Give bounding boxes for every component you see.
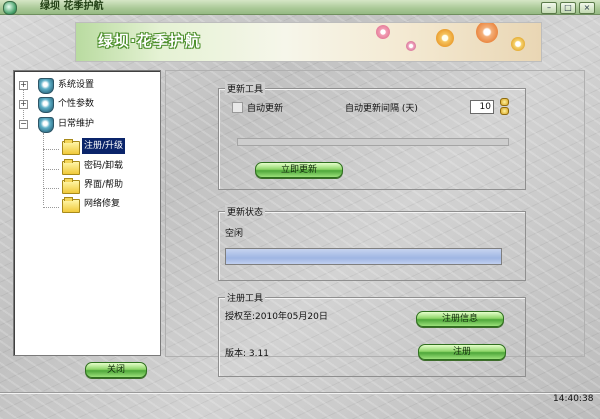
- flower-decoration-icon: [511, 37, 525, 51]
- auto-update-checkbox[interactable]: [232, 102, 243, 113]
- version-text: 版本: 3.11: [225, 349, 269, 359]
- status-progress-bar: [225, 248, 502, 265]
- tree-item-label: 注册/升级: [82, 138, 126, 154]
- maximize-button[interactable]: □: [560, 2, 576, 14]
- close-window-button[interactable]: ×: [579, 2, 595, 14]
- status-bar-divider: [0, 392, 600, 394]
- tree-item-label: 密码/卸载: [84, 161, 124, 171]
- tree-item-personal-params[interactable]: + 个性参数: [14, 96, 154, 113]
- license-text: 授权至:2010年05月20日: [225, 312, 328, 322]
- shield-icon: [38, 117, 54, 133]
- interval-input[interactable]: 10: [470, 100, 494, 114]
- folder-icon: [62, 178, 80, 194]
- banner-title: 绿坝·花季护航: [98, 32, 201, 50]
- folder-icon: [62, 197, 80, 213]
- shield-icon: [38, 97, 54, 113]
- expand-icon[interactable]: +: [19, 81, 28, 90]
- update-tools-title: 更新工具: [225, 82, 266, 95]
- spin-down-icon[interactable]: [500, 107, 509, 115]
- spin-up-icon[interactable]: [500, 98, 509, 106]
- shield-icon: [38, 78, 54, 94]
- tree-item-label: 个性参数: [58, 99, 95, 109]
- tree-item-system-settings[interactable]: + 系统设置: [14, 77, 154, 94]
- tree-item-register-upgrade[interactable]: 注册/升级: [14, 138, 154, 155]
- tree-item-daily-maintenance[interactable]: − 日常维护: [14, 116, 154, 133]
- navigation-tree[interactable]: + 系统设置 + 个性参数 − 日常维护 注册/升级 密码/卸载 界面/帮助 网…: [13, 70, 161, 356]
- folder-icon: [62, 139, 80, 155]
- update-now-button[interactable]: 立即更新: [255, 162, 343, 178]
- tree-item-label: 界面/帮助: [84, 180, 124, 190]
- update-progress-track: [237, 138, 509, 146]
- folder-icon: [62, 159, 80, 175]
- interval-label: 自动更新间隔 (天): [345, 104, 418, 114]
- status-text: 空闲: [225, 229, 244, 239]
- registration-info-button[interactable]: 注册信息: [416, 311, 504, 327]
- app-icon: [3, 1, 17, 15]
- clock: 14:40:38: [553, 394, 594, 404]
- window-title: 绿坝 花季护航: [40, 1, 104, 12]
- banner: 绿坝·花季护航: [75, 22, 542, 62]
- update-status-title: 更新状态: [225, 205, 266, 218]
- tree-item-label: 系统设置: [58, 80, 95, 90]
- tree-item-label: 网络修复: [84, 199, 121, 209]
- flower-decoration-icon: [406, 41, 416, 51]
- flower-decoration-icon: [476, 23, 498, 43]
- minimize-button[interactable]: –: [541, 2, 557, 14]
- flower-decoration-icon: [376, 25, 390, 39]
- update-status-group: 更新状态: [218, 205, 526, 281]
- title-bar[interactable]: 绿坝 花季护航 – □ ×: [0, 0, 600, 15]
- tree-item-password-uninstall[interactable]: 密码/卸载: [14, 158, 154, 175]
- auto-update-label: 自动更新: [247, 104, 284, 114]
- collapse-icon[interactable]: −: [19, 120, 28, 129]
- expand-icon[interactable]: +: [19, 100, 28, 109]
- tree-item-label: 日常维护: [58, 119, 95, 129]
- tree-item-network-repair[interactable]: 网络修复: [14, 196, 154, 213]
- close-button[interactable]: 关闭: [85, 362, 147, 378]
- register-button[interactable]: 注册: [418, 344, 506, 360]
- registration-title: 注册工具: [225, 291, 266, 304]
- flower-decoration-icon: [436, 29, 454, 47]
- tree-item-ui-help[interactable]: 界面/帮助: [14, 177, 154, 194]
